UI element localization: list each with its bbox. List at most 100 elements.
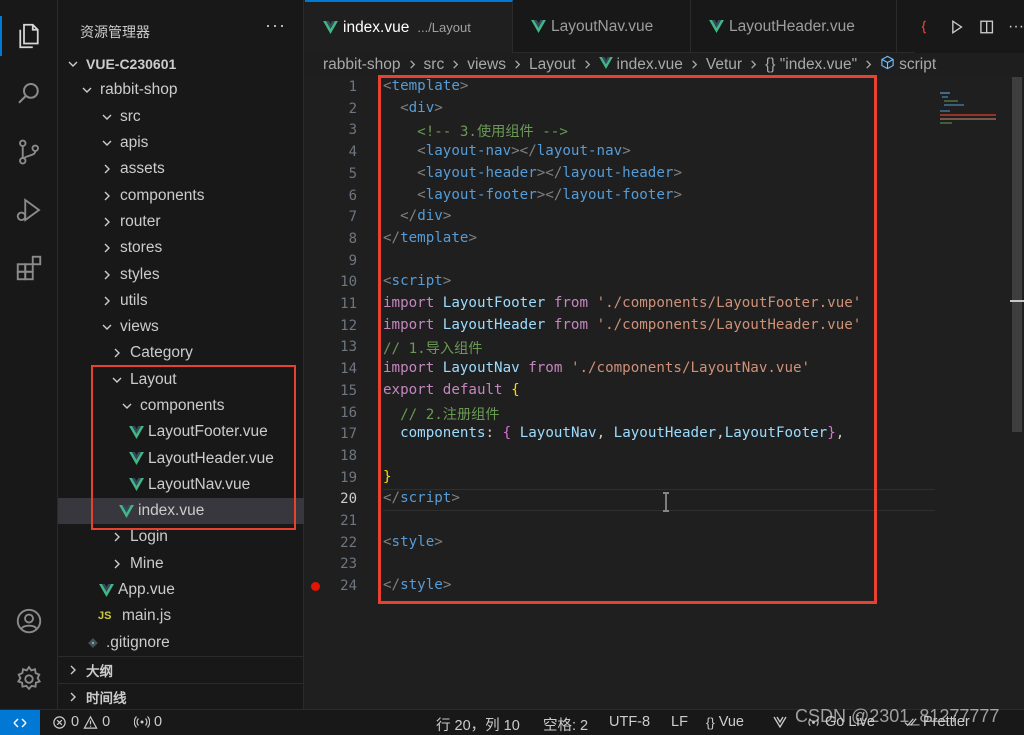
remote-indicator[interactable] [0,710,40,735]
breadcrumb-segment[interactable]: script [899,56,936,74]
tree-file[interactable]: App.vue [58,577,304,603]
tree-folder[interactable]: Category [58,340,304,366]
code-line: <template> [383,78,468,94]
tree-folder[interactable]: rabbit-shop [58,77,304,103]
tree-folder[interactable]: styles [58,261,304,287]
more-actions-icon[interactable]: ··· [265,15,286,36]
vue-file-icon [128,478,144,492]
minimap[interactable] [938,90,1002,130]
chevron-right-icon [110,557,124,571]
code-token: </ [400,208,418,225]
code-token: template [400,229,469,246]
encoding[interactable]: UTF-8 [609,714,650,730]
vue-file-icon [118,504,134,518]
code-token: > [434,533,443,550]
language-mode[interactable]: {} Vue [706,714,744,730]
tree-folder[interactable]: Login [58,524,304,550]
line-number: 22 [340,534,357,551]
tree-folder[interactable]: assets [58,156,304,182]
warning-icon [83,715,98,729]
overview-ruler-cursor [1010,300,1024,302]
tree-folder[interactable]: Mine [58,551,304,577]
breadcrumb-segment[interactable]: Layout [529,56,576,74]
code-token: layout-header [425,164,537,181]
breadcrumb-segment[interactable]: index.vue [617,56,683,74]
tree-folder[interactable]: stores [58,235,304,261]
source-control-icon[interactable] [0,128,58,176]
vetur-status[interactable] [772,714,788,730]
run-icon[interactable] [949,18,964,36]
cursor-position[interactable]: 行 20，列 10 [436,714,520,735]
tree-folder[interactable]: components [58,393,304,419]
code-line: import LayoutHeader from './components/L… [383,317,861,333]
outline-section[interactable]: 大纲 [58,656,304,682]
chevron-right-icon [582,58,593,73]
code-token: from [528,360,563,377]
extensions-icon[interactable] [0,244,58,292]
chevron-right-icon [407,58,418,73]
code-token: layout-header [562,164,674,181]
breadcrumb-segment[interactable]: views [467,56,506,74]
more-actions-icon[interactable]: ··· [1008,18,1024,36]
tree-file[interactable]: JS main.js [58,603,304,629]
tree-file[interactable]: index.vue [58,498,304,525]
breadcrumb-segment[interactable]: Vetur [706,56,742,74]
chevron-down-icon [120,399,134,413]
tree-file[interactable]: LayoutHeader.vue [58,445,304,471]
end-of-line[interactable]: LF [671,714,688,730]
code-token: style [400,577,443,594]
tab-index-vue[interactable]: index.vue .../Layout [305,0,513,53]
code-token: , [716,425,725,442]
tree-file[interactable]: .gitignore [58,630,304,656]
tree-folder[interactable]: Layout [58,367,304,393]
tree-file[interactable]: LayoutFooter.vue [58,419,304,445]
line-number: 4 [348,144,357,161]
code-token: LayoutHeader [442,316,546,333]
code-line: <layout-footer></layout-footer> [383,187,682,203]
tree-folder[interactable]: router [58,209,304,235]
breadcrumb-segment[interactable]: rabbit-shop [323,56,401,74]
code-line: // 1.导入组件 [383,338,482,358]
indentation[interactable]: 空格: 2 [543,714,588,735]
account-icon[interactable] [0,597,58,645]
cube-symbol-icon [880,55,899,75]
tree-folder[interactable]: utils [58,288,304,314]
code-token: > [442,208,452,225]
split-editor-icon[interactable] [979,18,994,36]
code-editor[interactable]: 1 <template> 2 <div> 3 <!-- 3.使用组件 --> 4 <la… [305,77,1024,709]
tree-folder[interactable]: src [58,104,304,130]
problems-indicator[interactable]: 0 0 [52,714,110,730]
code-token: template [391,78,460,94]
tab-label: LayoutNav.vue [551,17,654,35]
tree-folder[interactable]: views [58,314,304,340]
code-token: < [383,78,392,94]
code-token: </ [383,490,401,507]
tree-item-label: utils [120,291,148,309]
tab-layoutheader-vue[interactable]: LayoutHeader.vue [691,0,897,53]
tree-folder[interactable]: VUE-C230601 [58,51,304,77]
ports-indicator[interactable]: 0 [134,714,162,730]
search-icon[interactable] [0,70,58,118]
code-token: > [442,273,452,290]
settings-gear-icon[interactable] [0,655,58,703]
tree-folder[interactable]: apis [58,130,304,156]
line-number: 16 [340,404,357,421]
vertical-scrollbar[interactable] [1010,77,1024,477]
timeline-section[interactable]: 时间线 [58,683,304,709]
code-token: <!-- 3.使用组件 --> [417,124,568,141]
tree-item-label: apis [120,134,149,152]
explorer-header: 资源管理器 ··· [58,0,304,46]
explorer-icon[interactable] [0,12,58,60]
breadcrumb-segment[interactable]: src [424,56,445,74]
tab-layoutnav-vue[interactable]: LayoutNav.vue [513,0,691,53]
tree-file[interactable]: LayoutNav.vue [58,472,304,498]
code-line: <style> [383,534,443,550]
chevron-down-icon [80,83,94,97]
code-token: layout-nav [536,143,623,160]
breadcrumb-segment[interactable]: {} "index.vue" [765,56,857,74]
run-debug-icon[interactable] [0,186,58,234]
tree-folder[interactable]: components [58,182,304,208]
tree-item-label: LayoutFooter.vue [148,423,268,441]
